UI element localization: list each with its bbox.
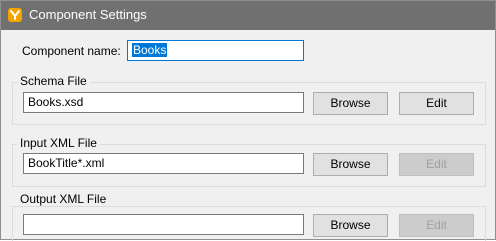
schema-file-path-value: Books.xsd: [28, 95, 84, 109]
component-name-value: Books: [132, 43, 168, 57]
window-title: Component Settings: [29, 7, 147, 22]
input-xml-browse-button[interactable]: Browse: [313, 153, 388, 176]
component-name-input[interactable]: Books: [127, 40, 304, 61]
output-xml-file-path-input[interactable]: [23, 214, 304, 235]
title-bar[interactable]: Component Settings: [1, 1, 495, 30]
component-name-label: Component name:: [22, 44, 121, 58]
output-xml-browse-button[interactable]: Browse: [313, 214, 388, 237]
output-xml-file-group-title: Output XML File: [17, 192, 110, 206]
input-xml-file-group-title: Input XML File: [17, 136, 100, 150]
schema-browse-button[interactable]: Browse: [313, 92, 388, 115]
output-xml-edit-button: Edit: [399, 214, 474, 237]
input-xml-file-path-input[interactable]: BookTitle*.xml: [23, 153, 304, 174]
input-xml-file-path-value: BookTitle*.xml: [28, 156, 105, 170]
input-xml-edit-button: Edit: [399, 153, 474, 176]
component-settings-dialog: Component Settings Component name: Books…: [0, 0, 496, 241]
mapforce-app-icon: [8, 8, 22, 22]
schema-file-path-input[interactable]: Books.xsd: [23, 92, 304, 113]
schema-file-group-title: Schema File: [17, 74, 90, 88]
schema-edit-button[interactable]: Edit: [399, 92, 474, 115]
